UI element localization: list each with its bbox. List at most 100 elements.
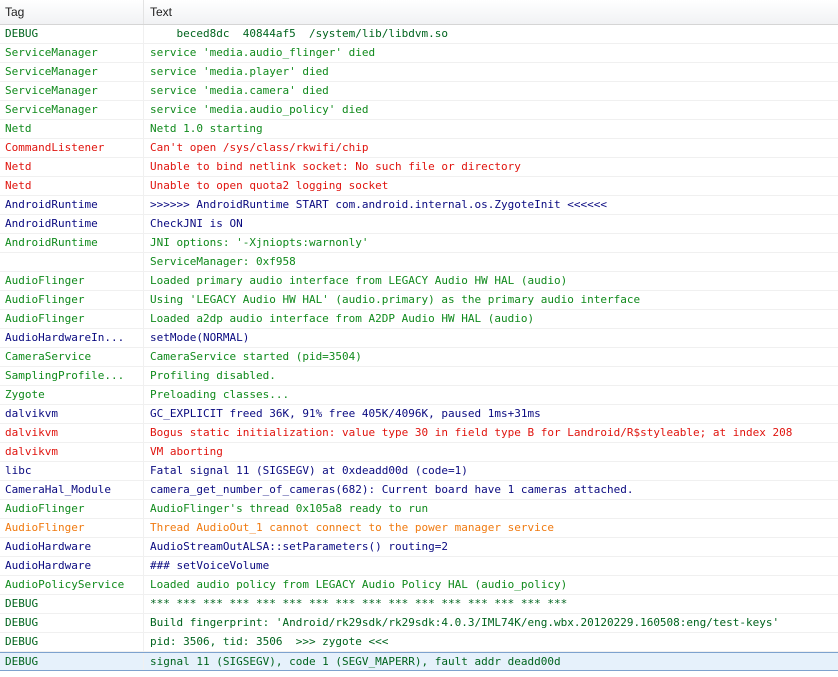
tag-column-header[interactable]: Tag	[0, 0, 144, 24]
log-row[interactable]: AudioPolicyService Loaded audio policy fr…	[0, 576, 838, 595]
log-row[interactable]: DEBUG signal 11 (SIGSEGV), code 1 (SEGV_M…	[0, 652, 838, 671]
log-tag: dalvikvm	[0, 443, 144, 461]
log-row[interactable]: CameraHal_Module camera_get_number_of_cam…	[0, 481, 838, 500]
log-row[interactable]: dalvikvm Bogus static initialization: val…	[0, 424, 838, 443]
log-row[interactable]: libc Fatal signal 11 (SIGSEGV) at 0xdeadd…	[0, 462, 838, 481]
log-message: Build fingerprint: 'Android/rk29sdk/rk29…	[150, 616, 780, 629]
log-tag: AudioFlinger	[0, 310, 144, 328]
log-message: service 'media.camera' died	[150, 84, 329, 97]
log-row[interactable]: AndroidRuntime CheckJNI is ON	[0, 215, 838, 234]
log-row[interactable]: DEBUG beced8dc 40844af5 /system/lib/libd…	[0, 25, 838, 44]
log-tag: dalvikvm	[0, 405, 144, 423]
log-tag: AudioFlinger	[0, 519, 144, 537]
log-message: ### setVoiceVolume	[150, 559, 270, 572]
log-tag: ServiceManager	[0, 101, 144, 119]
log-row[interactable]: Netd Unable to open quota2 logging socket	[0, 177, 838, 196]
log-row[interactable]: dalvikvm VM aborting	[0, 443, 838, 462]
log-message: Loaded a2dp audio interface from A2DP Au…	[150, 312, 535, 325]
log-message: Bogus static initialization: value type …	[150, 426, 793, 439]
log-row[interactable]: AudioFlinger AudioFlinger's thread 0x105a…	[0, 500, 838, 519]
log-row[interactable]: ServiceManager service 'media.camera' die…	[0, 82, 838, 101]
log-tag: AudioFlinger	[0, 500, 144, 518]
log-message: GC_EXPLICIT freed 36K, 91% free 405K/409…	[150, 407, 541, 420]
log-tag: dalvikvm	[0, 424, 144, 442]
log-tag: AudioHardwareIn...	[0, 329, 144, 347]
log-row[interactable]: AudioFlinger Thread AudioOut_1 cannot con…	[0, 519, 838, 538]
log-message: >>>>>> AndroidRuntime START com.android.…	[150, 198, 607, 211]
log-row[interactable]: Zygote Preloading classes...	[0, 386, 838, 405]
log-tag: ServiceManager	[0, 44, 144, 62]
log-tag: Netd	[0, 177, 144, 195]
log-row[interactable]: AudioFlinger Loaded primary audio interfa…	[0, 272, 838, 291]
log-tag: ServiceManager	[0, 82, 144, 100]
log-row[interactable]: dalvikvm GC_EXPLICIT freed 36K, 91% free …	[0, 405, 838, 424]
logcat-panel: Tag Text DEBUG beced8dc 40844af5 /system…	[0, 0, 838, 677]
log-tag: DEBUG	[0, 25, 144, 43]
log-message: Fatal signal 11 (SIGSEGV) at 0xdeadd00d …	[150, 464, 468, 477]
log-message: camera_get_number_of_cameras(682): Curre…	[150, 483, 634, 496]
log-tag: AudioPolicyService	[0, 576, 144, 594]
log-message: Using 'LEGACY Audio HW HAL' (audio.prima…	[150, 293, 641, 306]
log-tag: AudioFlinger	[0, 291, 144, 309]
log-row[interactable]: AudioHardwareIn... setMode(NORMAL)	[0, 329, 838, 348]
log-row[interactable]: AudioFlinger Using 'LEGACY Audio HW HAL' …	[0, 291, 838, 310]
log-tag: SamplingProfile...	[0, 367, 144, 385]
log-message: *** *** *** *** *** *** *** *** *** *** …	[150, 597, 568, 610]
log-message: service 'media.audio_policy' died	[150, 103, 369, 116]
log-row[interactable]: AudioFlinger Loaded a2dp audio interface …	[0, 310, 838, 329]
log-row[interactable]: AudioHardware AudioStreamOutALSA::setPara…	[0, 538, 838, 557]
log-row[interactable]: DEBUG Build fingerprint: 'Android/rk29sdk…	[0, 614, 838, 633]
log-message: AudioFlinger's thread 0x105a8 ready to r…	[150, 502, 429, 515]
log-tag: AndroidRuntime	[0, 215, 144, 233]
log-message: JNI options: '-Xjniopts:warnonly'	[150, 236, 369, 249]
log-message: service 'media.audio_flinger' died	[150, 46, 376, 59]
log-row[interactable]: ServiceManager: 0xf958	[0, 253, 838, 272]
log-message: Loaded primary audio interface from LEGA…	[150, 274, 568, 287]
log-message: Unable to bind netlink socket: No such f…	[150, 160, 521, 173]
log-message: Unable to open quota2 logging socket	[150, 179, 389, 192]
text-column-header[interactable]: Text	[144, 0, 838, 24]
log-message: Can't open /sys/class/rkwifi/chip	[150, 141, 369, 154]
column-header: Tag Text	[0, 0, 838, 25]
log-message: ServiceManager: 0xf958	[150, 255, 296, 268]
log-message: beced8dc 40844af5 /system/lib/libdvm.so	[150, 27, 449, 40]
log-row[interactable]: Netd Netd 1.0 starting	[0, 120, 838, 139]
log-message: Netd 1.0 starting	[150, 122, 263, 135]
log-row[interactable]: SamplingProfile... Profiling disabled.	[0, 367, 838, 386]
log-tag: Zygote	[0, 386, 144, 404]
log-row[interactable]: DEBUG pid: 3506, tid: 3506 >>> zygote <<<	[0, 633, 838, 652]
log-message: Preloading classes...	[150, 388, 290, 401]
log-tag: CameraService	[0, 348, 144, 366]
log-tag: AndroidRuntime	[0, 196, 144, 214]
log-tag: ServiceManager	[0, 63, 144, 81]
log-row[interactable]: AudioHardware ### setVoiceVolume	[0, 557, 838, 576]
log-message: Thread AudioOut_1 cannot connect to the …	[150, 521, 554, 534]
log-row[interactable]: ServiceManager service 'media.audio_fling…	[0, 44, 838, 63]
log-message: AudioStreamOutALSA::setParameters() rout…	[150, 540, 449, 553]
log-list: DEBUG beced8dc 40844af5 /system/lib/libd…	[0, 25, 838, 671]
log-row[interactable]: CommandListener Can't open /sys/class/rkw…	[0, 139, 838, 158]
log-tag: Netd	[0, 120, 144, 138]
log-message: Profiling disabled.	[150, 369, 276, 382]
log-message: CameraService started (pid=3504)	[150, 350, 362, 363]
log-tag: AudioHardware	[0, 538, 144, 556]
log-tag: DEBUG	[0, 595, 144, 613]
log-message: pid: 3506, tid: 3506 >>> zygote <<<	[150, 635, 389, 648]
log-tag: DEBUG	[0, 653, 144, 670]
log-row[interactable]: ServiceManager service 'media.audio_polic…	[0, 101, 838, 120]
log-tag: AudioHardware	[0, 557, 144, 575]
log-tag	[0, 253, 144, 271]
log-message: Loaded audio policy from LEGACY Audio Po…	[150, 578, 568, 591]
log-row[interactable]: AndroidRuntime JNI options: '-Xjniopts:wa…	[0, 234, 838, 253]
log-tag: CameraHal_Module	[0, 481, 144, 499]
log-row[interactable]: ServiceManager service 'media.player' die…	[0, 63, 838, 82]
log-row[interactable]: DEBUG *** *** *** *** *** *** *** *** ***…	[0, 595, 838, 614]
log-message: CheckJNI is ON	[150, 217, 243, 230]
log-tag: DEBUG	[0, 633, 144, 651]
log-row[interactable]: Netd Unable to bind netlink socket: No su…	[0, 158, 838, 177]
log-message: signal 11 (SIGSEGV), code 1 (SEGV_MAPERR…	[150, 655, 561, 668]
log-row[interactable]: AndroidRuntime >>>>>> AndroidRuntime STAR…	[0, 196, 838, 215]
log-tag: CommandListener	[0, 139, 144, 157]
log-tag: libc	[0, 462, 144, 480]
log-row[interactable]: CameraService CameraService started (pid=…	[0, 348, 838, 367]
